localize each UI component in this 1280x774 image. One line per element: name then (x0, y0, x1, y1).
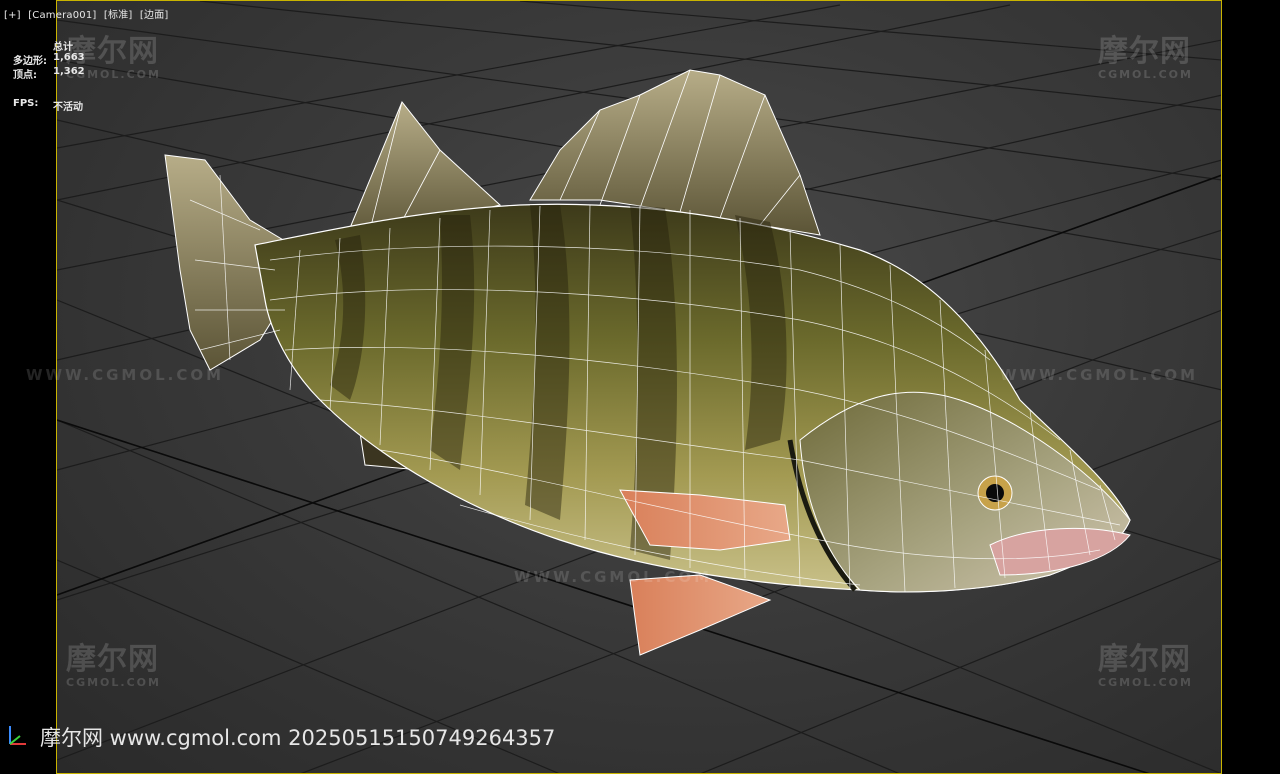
fps-readout: FPS: 不活动 (13, 98, 83, 113)
watermark-top-left: 摩尔网 CGMOL.COM (66, 34, 161, 82)
vertices-label: 顶点: (13, 70, 37, 81)
fps-label: FPS: (13, 98, 39, 109)
axis-gizmo-icon (9, 726, 26, 745)
pelvic-fin (629, 574, 772, 656)
viewport-edges-label[interactable]: [边面] (140, 10, 169, 21)
watermark-url-left: WWW.CGMOL.COM (26, 366, 225, 384)
watermark-bottom-left: 摩尔网 CGMOL.COM (66, 642, 161, 690)
viewport-shading-label[interactable]: [标准] (104, 10, 133, 21)
polygons-label: 多边形: (13, 56, 47, 67)
stats-title: 总计 (53, 42, 73, 53)
footer-watermark: 摩尔网 www.cgmol.com 20250515150749264357 (40, 726, 556, 750)
watermark-bottom-right: 摩尔网 CGMOL.COM (1098, 642, 1193, 690)
viewport-label: [+] [Camera001] [标准] [边面] (4, 6, 173, 21)
watermark-top-right: 摩尔网 CGMOL.COM (1098, 34, 1193, 82)
viewport-scene[interactable] (0, 0, 1280, 774)
watermark-url-center: WWW.CGMOL.COM (514, 568, 713, 586)
fps-value: 不活动 (53, 102, 83, 113)
viewport-menu-plus[interactable]: [+] (4, 10, 21, 21)
viewport-camera-label[interactable]: [Camera001] (28, 10, 96, 21)
watermark-url-right: WWW.CGMOL.COM (1000, 366, 1199, 384)
